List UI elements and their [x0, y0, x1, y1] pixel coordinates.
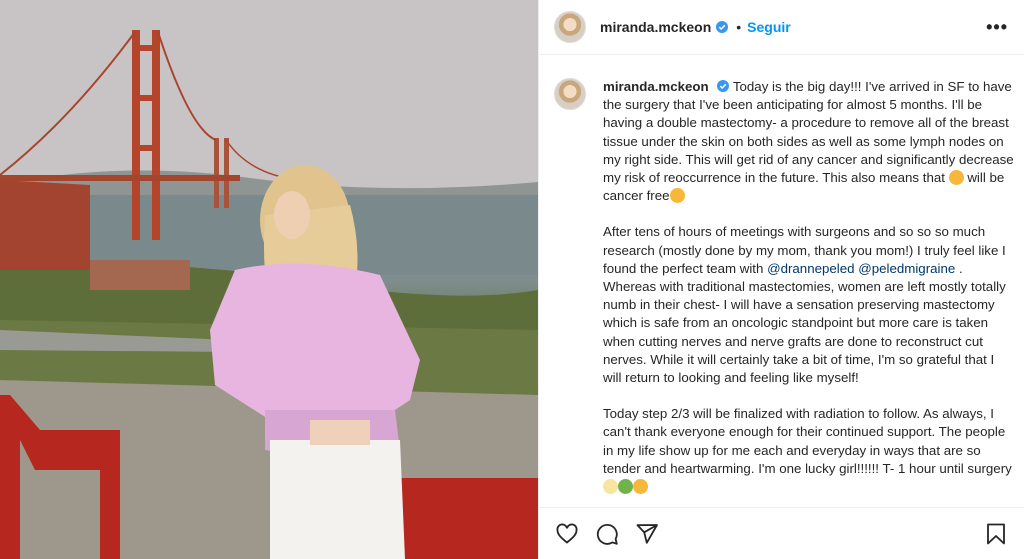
- verified-badge-icon: [717, 80, 730, 92]
- party-face-emoji-icon: [948, 170, 964, 186]
- caption-text-1a: Today is the big day!!! I've arrived in …: [603, 79, 1014, 186]
- photo-illustration: [0, 0, 538, 559]
- caption-text-2b: . Whereas with traditional mastectomies,…: [603, 260, 1006, 386]
- mention-link[interactable]: @peledmigraine: [858, 261, 955, 276]
- more-options-icon[interactable]: •••: [986, 17, 1008, 38]
- caption-author-avatar[interactable]: [554, 78, 586, 110]
- instagram-post: miranda.mckeon • Seguir ••• miranda.mcke…: [0, 0, 1024, 559]
- caption-paragraph-3: Today step 2/3 will be finalized with ra…: [603, 405, 1014, 496]
- caption-text-3a: Today step 2/3 will be finalized with ra…: [603, 406, 1012, 476]
- separator-dot: •: [736, 19, 742, 35]
- post-header: miranda.mckeon • Seguir •••: [539, 0, 1024, 55]
- party-face-emoji-icon: [633, 479, 648, 495]
- raising-hands-emoji-icon: [603, 479, 618, 495]
- send-icon[interactable]: [635, 522, 659, 546]
- heart-icon[interactable]: [555, 522, 579, 546]
- caption-paragraph-2: After tens of hours of meetings with sur…: [603, 223, 1014, 387]
- verified-badge-icon: [716, 21, 729, 33]
- action-bar: [539, 507, 1024, 559]
- caption-text: miranda.mckeon Today is the big day!!! I…: [603, 78, 1014, 507]
- clover-emoji-icon: [618, 479, 633, 495]
- post-photo[interactable]: [0, 0, 538, 559]
- mention-link[interactable]: @drannepeled: [767, 261, 854, 276]
- follow-button[interactable]: Seguir: [747, 19, 791, 35]
- caption-username[interactable]: miranda.mckeon: [603, 79, 709, 94]
- party-face-emoji-icon: [669, 188, 685, 204]
- author-avatar[interactable]: [554, 11, 586, 43]
- post-caption: miranda.mckeon Today is the big day!!! I…: [554, 68, 1014, 507]
- comment-icon[interactable]: [595, 522, 619, 546]
- bookmark-icon[interactable]: [984, 522, 1008, 546]
- caption-paragraph-1: miranda.mckeon Today is the big day!!! I…: [603, 78, 1014, 205]
- author-username[interactable]: miranda.mckeon: [600, 19, 711, 35]
- post-details-pane: miranda.mckeon • Seguir ••• miranda.mcke…: [538, 0, 1024, 559]
